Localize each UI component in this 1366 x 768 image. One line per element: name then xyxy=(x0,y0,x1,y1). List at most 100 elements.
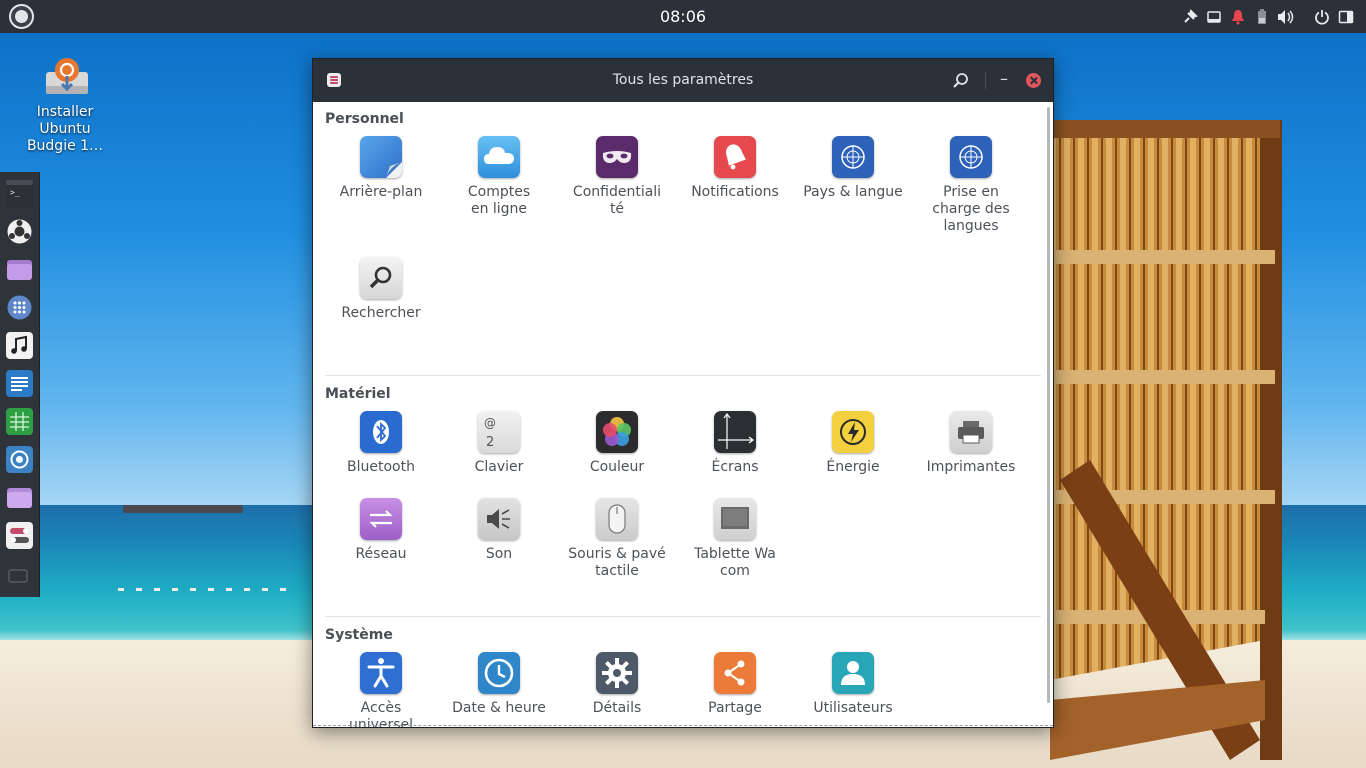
wallpaper-ship xyxy=(123,505,243,513)
files-icon[interactable] xyxy=(6,256,33,283)
settings-item-privacy[interactable]: Confidentialité xyxy=(561,136,673,218)
app-dock: >_ xyxy=(0,172,40,597)
search-icon[interactable] xyxy=(951,71,971,91)
clock-icon xyxy=(478,652,520,694)
drive-icon[interactable] xyxy=(1204,7,1224,27)
content-bottom-edge xyxy=(313,725,1053,726)
settings-item-bluetooth[interactable]: Bluetooth xyxy=(325,411,437,476)
battery-icon[interactable] xyxy=(1252,7,1272,27)
item-label: Prise en charge des langues xyxy=(932,184,1010,234)
item-label: Arrière-plan xyxy=(339,184,423,200)
wallpaper-icon xyxy=(360,136,402,178)
section-separator xyxy=(325,375,1041,376)
gear-icon xyxy=(596,652,638,694)
volume-icon[interactable] xyxy=(1276,7,1296,27)
speaker-icon xyxy=(478,498,520,540)
wallpaper-chair xyxy=(1050,120,1282,760)
folder-icon[interactable] xyxy=(6,484,33,511)
share-icon xyxy=(714,652,756,694)
settings-item-date-time[interactable]: Date & heure xyxy=(443,652,555,717)
section-title-personnel: Personnel xyxy=(325,111,404,127)
settings-item-network[interactable]: Réseau xyxy=(325,498,437,563)
desktop-icon-installer[interactable]: Installer Ubuntu Budgie 1… xyxy=(24,52,110,155)
item-label: Détails xyxy=(592,700,642,716)
item-label: Tablette Wacom xyxy=(694,546,776,579)
settings-window: Tous les paramètres – Personnel Arrière-… xyxy=(312,58,1054,728)
panel-clock[interactable]: 08:06 xyxy=(0,7,1366,26)
section-title-system: Système xyxy=(325,627,393,643)
tablet-icon xyxy=(714,498,756,540)
wallpaper-buoys xyxy=(118,588,288,591)
cloud-icon xyxy=(478,136,520,178)
item-label: Bluetooth xyxy=(347,459,415,475)
titlebar-divider xyxy=(985,72,986,89)
settings-item-universal-access[interactable]: Accès universel xyxy=(325,652,437,728)
close-button[interactable] xyxy=(1026,73,1041,88)
settings-item-color[interactable]: Couleur xyxy=(561,411,673,476)
settings-item-sound[interactable]: Son xyxy=(443,498,555,563)
globe-icon xyxy=(950,136,992,178)
item-label: Son xyxy=(485,546,513,562)
item-label: Utilisateurs xyxy=(813,700,893,716)
writer-icon[interactable] xyxy=(6,370,33,397)
settings-item-online-accounts[interactable]: Comptes en ligne xyxy=(443,136,555,218)
display-icon xyxy=(714,411,756,453)
music-icon[interactable] xyxy=(6,332,33,359)
item-label: Rechercher xyxy=(341,305,421,321)
minimize-button[interactable]: – xyxy=(996,69,1012,89)
window-title: Tous les paramètres xyxy=(612,72,754,88)
item-label: Date & heure xyxy=(452,700,546,716)
terminal-icon[interactable]: >_ xyxy=(6,180,33,207)
section-title-hardware: Matériel xyxy=(325,386,391,402)
settings-item-wacom-tablet[interactable]: Tablette Wacom xyxy=(679,498,791,580)
printer-icon xyxy=(950,411,992,453)
top-panel: 08:06 xyxy=(0,0,1366,33)
calc-icon[interactable] xyxy=(6,408,33,435)
content-scrollbar[interactable] xyxy=(1047,107,1050,703)
notification-bell-icon[interactable] xyxy=(1228,7,1248,27)
settings-item-displays[interactable]: Écrans xyxy=(679,411,791,476)
settings-item-details[interactable]: Détails xyxy=(561,652,673,717)
item-label: Notifications xyxy=(691,184,779,200)
camera-icon[interactable] xyxy=(6,562,33,589)
keyboard-icon: @2 xyxy=(478,411,520,453)
magnifier-icon xyxy=(360,257,402,299)
settings-item-users[interactable]: Utilisateurs xyxy=(797,652,909,717)
item-label: Partage xyxy=(708,700,762,716)
desktop-icon-label: Installer Ubuntu Budgie 1… xyxy=(26,104,104,154)
settings-item-sharing[interactable]: Partage xyxy=(679,652,791,717)
globe-icon xyxy=(832,136,874,178)
settings-app-icon xyxy=(327,73,341,87)
item-label: Pays & langue xyxy=(803,184,903,200)
system-tray xyxy=(1180,7,1356,27)
item-label: Couleur xyxy=(589,459,645,475)
item-label: Clavier xyxy=(474,459,524,475)
accessibility-icon xyxy=(360,652,402,694)
power-icon[interactable] xyxy=(1312,7,1332,27)
settings-content: Personnel Arrière-plan Comptes en ligne … xyxy=(313,102,1053,727)
toggle-icon[interactable] xyxy=(6,522,33,549)
pin-icon[interactable] xyxy=(1180,7,1200,27)
software-icon[interactable] xyxy=(6,218,33,245)
sidebar-panel-icon[interactable] xyxy=(1336,7,1356,27)
settings-item-language-support[interactable]: Prise en charge des langues xyxy=(915,136,1027,235)
chromium-icon[interactable] xyxy=(6,446,33,473)
settings-item-search[interactable]: Rechercher xyxy=(325,257,437,322)
app-menu-button[interactable] xyxy=(9,4,34,29)
settings-item-mouse-touchpad[interactable]: Souris & pavé tactile xyxy=(561,498,673,580)
network-icon xyxy=(360,498,402,540)
svg-text:@: @ xyxy=(484,416,496,430)
section-separator xyxy=(325,616,1041,617)
settings-grid-icon[interactable] xyxy=(6,294,33,321)
settings-item-background[interactable]: Arrière-plan xyxy=(325,136,437,201)
svg-text:>_: >_ xyxy=(10,188,20,197)
settings-item-printers[interactable]: Imprimantes xyxy=(915,411,1027,476)
item-label: Souris & pavé tactile xyxy=(568,546,666,579)
settings-item-power[interactable]: Énergie xyxy=(797,411,909,476)
settings-item-notifications[interactable]: Notifications xyxy=(679,136,791,201)
item-label: Accès universel xyxy=(348,700,414,728)
window-titlebar[interactable]: Tous les paramètres – xyxy=(313,59,1053,102)
settings-item-keyboard[interactable]: @2 Clavier xyxy=(443,411,555,476)
settings-item-region-language[interactable]: Pays & langue xyxy=(797,136,909,201)
color-icon xyxy=(596,411,638,453)
